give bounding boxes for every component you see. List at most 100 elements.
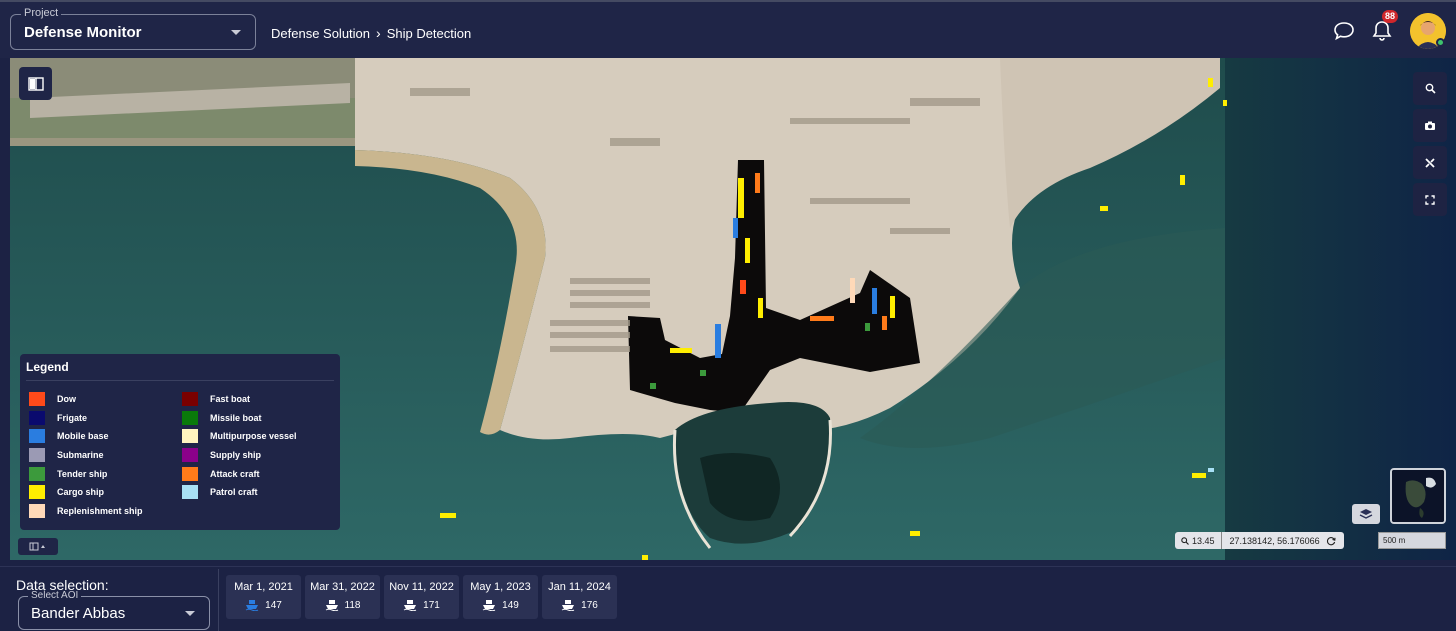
date-card-count: 118 [305, 599, 380, 611]
legend-item: Attack craft [182, 464, 297, 483]
zoom-value: 13.45 [1192, 535, 1215, 546]
project-select-value: Defense Monitor [24, 24, 142, 41]
date-card[interactable]: Jan 11, 2024 176 [542, 575, 617, 619]
date-card[interactable]: Nov 11, 2022 171 [384, 575, 459, 619]
legend-swatch [29, 503, 45, 518]
measure-tool-button[interactable] [1413, 146, 1447, 179]
legend-column-1: Dow Frigate Mobile base Submarine Tender… [29, 390, 143, 520]
legend-item: Dow [29, 390, 143, 409]
minimap[interactable] [1390, 468, 1446, 524]
legend-item-label: Multipurpose vessel [210, 431, 297, 442]
date-card-count: 149 [463, 599, 538, 611]
ship-icon [403, 600, 417, 611]
legend-swatch [182, 429, 198, 444]
panel-toggle-button[interactable] [19, 67, 52, 100]
date-card-date: Nov 11, 2022 [389, 581, 454, 593]
legend-column-2: Fast boat Missile boat Multipurpose vess… [182, 390, 297, 502]
legend-swatch [29, 485, 45, 500]
legend-item: Submarine [29, 446, 143, 465]
tools-icon [1425, 157, 1435, 168]
aoi-select-label: Select AOI [28, 590, 82, 601]
ship-icon [561, 600, 575, 611]
globe-minimap [1392, 470, 1444, 522]
legend-item: Fast boat [182, 390, 297, 409]
legend-swatch [182, 410, 198, 425]
date-card-count: 176 [542, 599, 617, 611]
split-view-icon [27, 76, 44, 91]
scale-bar: 500 m [1378, 532, 1446, 549]
search-icon [1425, 83, 1436, 94]
date-card[interactable]: May 1, 2023 149 [463, 575, 538, 619]
ship-count: 176 [581, 599, 598, 611]
legend-item-label: Tender ship [57, 468, 108, 479]
date-card[interactable]: Mar 1, 2021 147 [226, 575, 301, 619]
legend-swatch [29, 429, 45, 444]
date-list: Mar 1, 2021 147 Mar 31, 2022 118 Nov 11,… [226, 575, 617, 619]
project-select[interactable]: Project Defense Monitor [10, 7, 256, 50]
layers-icon [1359, 509, 1373, 519]
date-card[interactable]: Mar 31, 2022 118 [305, 575, 380, 619]
legend-item: Frigate [29, 409, 143, 428]
layers-button[interactable] [1352, 504, 1380, 524]
ship-count: 118 [344, 599, 361, 611]
map-legend-icon [29, 542, 45, 551]
breadcrumb-item[interactable]: Defense Solution [271, 26, 370, 41]
fullscreen-icon [1425, 194, 1435, 205]
legend-swatch [182, 392, 198, 407]
project-select-label: Project [21, 7, 62, 19]
map-tools [1413, 72, 1447, 220]
legend-swatch [182, 448, 198, 463]
online-status-dot [1436, 38, 1445, 47]
legend-item: Cargo ship [29, 483, 143, 502]
legend-swatch [182, 485, 198, 500]
legend-item-label: Frigate [57, 412, 88, 423]
legend-item: Patrol craft [182, 483, 297, 502]
legend-item-label: Dow [57, 394, 76, 405]
date-card-date: May 1, 2023 [470, 581, 531, 593]
camera-icon [1425, 121, 1435, 130]
legend-title: Legend [26, 360, 69, 374]
top-bar: Project Defense Monitor Defense Solution… [0, 0, 1456, 58]
legend-item-label: Attack craft [210, 468, 260, 479]
legend-item: Tender ship [29, 464, 143, 483]
zoom-icon [1181, 536, 1189, 545]
legend-item-label: Patrol craft [210, 487, 258, 498]
legend-item-label: Replenishment ship [57, 505, 143, 516]
ship-icon [325, 600, 338, 611]
bell-icon[interactable] [1372, 20, 1392, 47]
chevron-down-icon [231, 30, 241, 35]
legend-item-label: Supply ship [210, 450, 262, 461]
date-card-count: 171 [384, 599, 459, 611]
date-card-date: Mar 31, 2022 [310, 581, 375, 593]
legend-item: Multipurpose vessel [182, 427, 297, 446]
breadcrumb: Defense Solution › Ship Detection [271, 25, 471, 41]
fullscreen-button[interactable] [1413, 183, 1447, 216]
chevron-down-icon [185, 611, 195, 616]
chevron-right-icon: › [376, 25, 381, 41]
legend-divider [26, 380, 334, 381]
coordinates: 27.138142, 56.176066 [1222, 536, 1344, 546]
legend-swatch [29, 392, 45, 407]
chat-icon[interactable] [1333, 21, 1355, 46]
legend-toggle-button[interactable] [18, 538, 58, 555]
aoi-select[interactable]: Select AOI Bander Abbas [18, 590, 210, 630]
legend-swatch [29, 466, 45, 481]
search-tool-button[interactable] [1413, 72, 1447, 105]
aoi-select-value: Bander Abbas [31, 605, 126, 622]
date-card-count: 147 [226, 599, 301, 611]
ship-count: 147 [265, 599, 282, 611]
legend-swatch [29, 410, 45, 425]
ship-icon [245, 600, 259, 611]
legend-item-label: Fast boat [210, 394, 251, 405]
breadcrumb-item[interactable]: Ship Detection [387, 26, 472, 41]
legend-item: Replenishment ship [29, 502, 143, 521]
refresh-icon[interactable] [1326, 536, 1336, 546]
coordinate-readout: 13.45 27.138142, 56.176066 [1175, 532, 1344, 549]
satellite-map[interactable]: Legend Dow Frigate Mobile base Submarine… [10, 58, 1456, 560]
legend-panel: Legend Dow Frigate Mobile base Submarine… [20, 354, 340, 530]
legend-swatch [182, 466, 198, 481]
screenshot-button[interactable] [1413, 109, 1447, 142]
date-card-date: Jan 11, 2024 [548, 581, 611, 593]
notification-badge: 88 [1382, 10, 1399, 23]
coordinates-value: 27.138142, 56.176066 [1229, 535, 1320, 546]
